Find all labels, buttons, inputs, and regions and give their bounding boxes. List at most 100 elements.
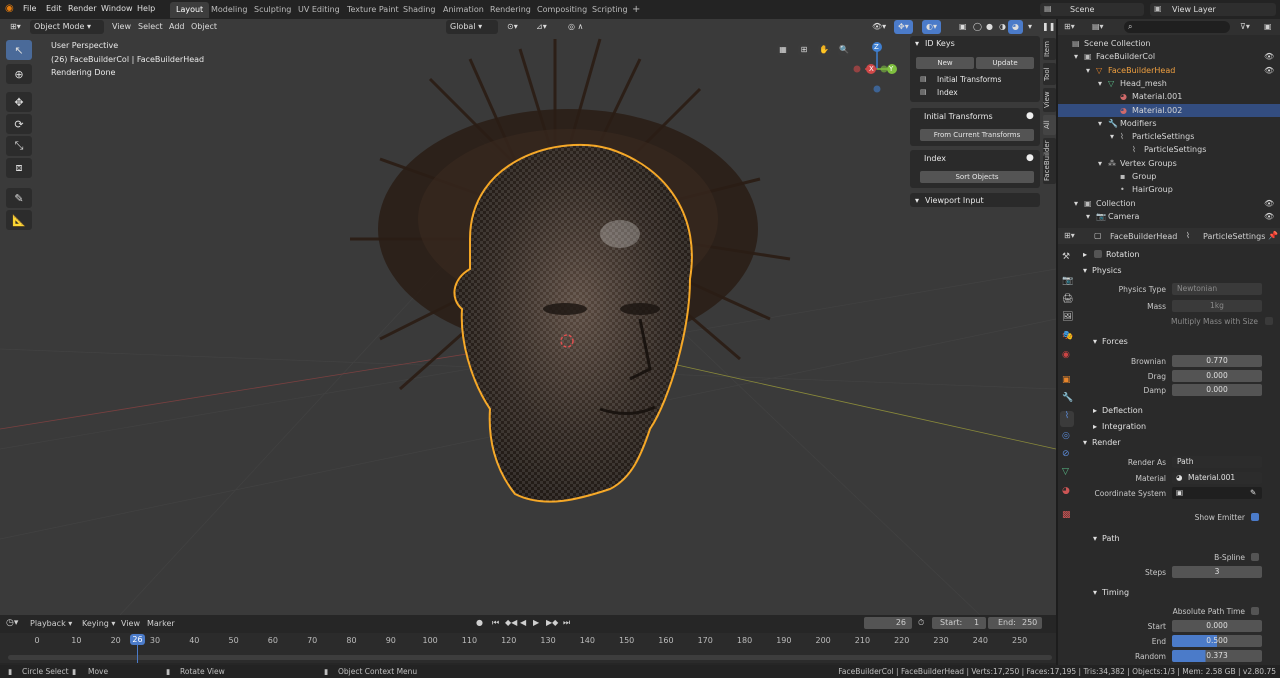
add-icon[interactable]: ●: [1026, 111, 1034, 121]
pause-icon[interactable]: ❚❚: [1038, 20, 1059, 34]
timing-section[interactable]: Timing: [1102, 588, 1129, 597]
expand-arrow-icon[interactable]: ▾: [1098, 157, 1102, 170]
tab-sculpting[interactable]: Sculpting: [248, 2, 297, 18]
shading-options-icon[interactable]: ▾: [1024, 20, 1036, 34]
material-tab-icon[interactable]: ◕: [1062, 486, 1070, 496]
sidebar-tab-facebuilder[interactable]: FaceBuilder: [1043, 138, 1056, 184]
jump-end-icon[interactable]: ⏭: [563, 618, 570, 628]
timeline-editor-icon[interactable]: ◷▾: [6, 618, 18, 628]
physics-type-dropdown[interactable]: Newtonian: [1172, 283, 1262, 295]
transform-orientation-dropdown[interactable]: Global ▾: [446, 20, 498, 34]
tab-compositing[interactable]: Compositing: [531, 2, 593, 18]
eyedropper-icon[interactable]: ✎: [1250, 487, 1256, 499]
outliner-editor-icon[interactable]: ⊞▾: [1064, 22, 1075, 31]
new-collection-icon[interactable]: ▣: [1264, 22, 1272, 31]
particles-tab-icon[interactable]: ⌇: [1060, 411, 1074, 427]
playhead[interactable]: 26: [130, 634, 145, 645]
keying-menu[interactable]: Keying ▾: [82, 619, 115, 628]
outliner-row[interactable]: • HairGroup: [1058, 183, 1280, 196]
tool-tab-icon[interactable]: ⚒: [1062, 252, 1070, 262]
outliner-row[interactable]: ⌇ ParticleSettings: [1058, 143, 1280, 156]
scene-selector[interactable]: ▤ Scene: [1040, 3, 1144, 16]
expand-arrow-icon[interactable]: ▾: [1086, 210, 1090, 223]
pin-icon[interactable]: 📌: [1268, 231, 1278, 240]
view-layer-selector[interactable]: ▣ View Layer: [1150, 3, 1276, 16]
render-section[interactable]: Render: [1092, 438, 1120, 447]
scene-tab-icon[interactable]: 🎭: [1062, 331, 1073, 341]
render-tab-icon[interactable]: 📷: [1062, 276, 1073, 286]
menu-window[interactable]: Window: [101, 4, 133, 13]
tab-shading[interactable]: Shading: [397, 2, 442, 18]
navigation-gizmo[interactable]: [850, 38, 910, 98]
pivot-icon[interactable]: ⊙▾: [503, 20, 522, 34]
move-tool-icon[interactable]: ✥: [6, 92, 32, 112]
select-tool-icon[interactable]: ↖: [6, 40, 32, 60]
menu-edit[interactable]: Edit: [46, 4, 62, 13]
prev-keyframe-icon[interactable]: ◆◀: [505, 618, 517, 627]
tab-rendering[interactable]: Rendering: [484, 2, 537, 18]
menu-object[interactable]: Object: [187, 20, 221, 34]
sidebar-tab-tool[interactable]: Tool: [1043, 63, 1056, 85]
next-keyframe-icon[interactable]: ▶◆: [546, 618, 558, 627]
outliner-search-input[interactable]: ⌕: [1124, 21, 1230, 33]
menu-select[interactable]: Select: [134, 20, 167, 34]
mass-field[interactable]: 1kg: [1172, 300, 1262, 312]
outliner-row[interactable]: ▾ ▽ Head_mesh: [1058, 77, 1280, 90]
perspective-toggle-icon[interactable]: ⊞: [797, 43, 811, 57]
expand-arrow-icon[interactable]: ▾: [1074, 197, 1078, 210]
brownian-field[interactable]: 0.770: [1172, 355, 1262, 367]
menu-add[interactable]: Add: [165, 20, 189, 34]
tab-uv-editing[interactable]: UV Editing: [292, 2, 346, 18]
menu-render[interactable]: Render: [68, 4, 96, 13]
sidebar-tab-view[interactable]: View: [1043, 88, 1056, 112]
bspline-checkbox[interactable]: [1251, 553, 1259, 561]
measure-tool-icon[interactable]: 📐: [6, 210, 32, 230]
multiply-mass-checkbox[interactable]: [1265, 317, 1273, 325]
expand-arrow-icon[interactable]: ▾: [1098, 77, 1102, 90]
3d-viewport[interactable]: [0, 19, 1056, 615]
current-frame-field[interactable]: 26: [864, 617, 912, 629]
modifier-tab-icon[interactable]: 🔧: [1062, 393, 1073, 403]
timeline-scrollbar[interactable]: [8, 655, 1052, 660]
object-mode-dropdown[interactable]: Object Mode ▾: [30, 20, 104, 34]
filter-icon[interactable]: ⊽▾: [1240, 22, 1250, 31]
pan-view-icon[interactable]: ✋: [817, 43, 831, 57]
absolute-path-time-checkbox[interactable]: [1251, 607, 1259, 615]
timing-random-slider[interactable]: 0.373: [1172, 650, 1262, 662]
properties-editor-icon[interactable]: ⊞▾: [1064, 231, 1075, 240]
start-frame-field[interactable]: Start: 1: [932, 617, 986, 629]
editor-type-icon[interactable]: ⊞▾: [6, 20, 25, 34]
outliner-row[interactable]: ▾ ▣ FaceBuilderCol 👁: [1058, 50, 1280, 63]
outliner-row[interactable]: ▪ Group: [1058, 170, 1280, 183]
menu-help[interactable]: Help: [137, 4, 155, 13]
expand-arrow-icon[interactable]: ▾: [1086, 64, 1090, 77]
outliner-row[interactable]: ◕ Material.002: [1058, 103, 1280, 117]
deflection-section[interactable]: Deflection: [1102, 406, 1143, 415]
rotate-tool-icon[interactable]: ⟳: [6, 114, 32, 134]
playback-menu[interactable]: Playback ▾: [30, 619, 72, 628]
new-key-button[interactable]: New: [916, 57, 974, 69]
marker-menu[interactable]: Marker: [147, 619, 175, 628]
view-layer-tab-icon[interactable]: 🖼: [1062, 312, 1073, 322]
proportional-edit-icon[interactable]: ◎ ∧: [564, 20, 587, 34]
output-tab-icon[interactable]: 🖨: [1062, 294, 1073, 304]
expand-arrow-icon[interactable]: ▾: [1098, 117, 1102, 130]
timing-end-slider[interactable]: 0.500: [1172, 635, 1262, 647]
outliner-row[interactable]: ▾ ▽ FaceBuilderHead 👁: [1058, 64, 1280, 77]
menu-view[interactable]: View: [108, 20, 135, 34]
play-icon[interactable]: ▶: [533, 618, 539, 627]
visibility-eye-icon[interactable]: 👁: [1264, 64, 1274, 77]
coordinate-system-field[interactable]: ▣ ✎: [1172, 487, 1262, 499]
world-tab-icon[interactable]: ◉: [1062, 350, 1070, 360]
scale-tool-icon[interactable]: ⤡: [6, 136, 32, 156]
drag-field[interactable]: 0.000: [1172, 370, 1262, 382]
rendered-shading-icon[interactable]: ◕: [1008, 20, 1023, 34]
overlay-toggle-icon[interactable]: ◐▾: [922, 20, 941, 34]
outliner-row[interactable]: ▤ Scene Collection: [1058, 37, 1280, 50]
outliner-row[interactable]: ▾ ⁂ Vertex Groups: [1058, 157, 1280, 170]
expand-arrow-icon[interactable]: ▾: [1110, 130, 1114, 143]
add-icon[interactable]: ●: [1026, 153, 1034, 163]
visibility-eye-icon[interactable]: 👁: [1264, 197, 1274, 210]
rotation-section[interactable]: Rotation: [1106, 250, 1139, 259]
show-emitter-checkbox[interactable]: [1251, 513, 1259, 521]
